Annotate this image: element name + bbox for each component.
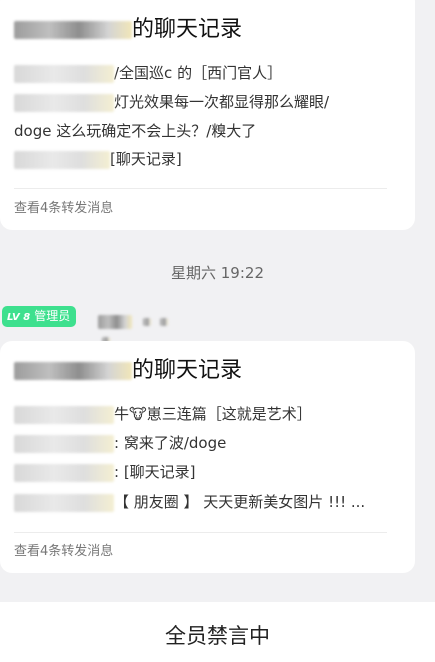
blurred-text <box>14 493 114 512</box>
input-bar: 全员禁言中 <box>0 602 435 662</box>
all-muted-status: 全员禁言中 <box>165 624 270 648</box>
preview-line: /全国巡c 的［西门官人］ <box>14 62 282 84</box>
preview-line: doge 这么玩确定不会上头？/糗大了 <box>14 120 256 142</box>
preview-text: [聊天记录] <box>110 150 182 168</box>
admin-level-badge: LV 8 管理员 <box>2 306 77 327</box>
role-label: 管理员 <box>34 309 71 323</box>
card-divider <box>14 188 387 189</box>
sender-name[interactable] <box>98 311 178 345</box>
blurred-sender <box>143 317 152 326</box>
preview-text: /全国巡c 的［西门官人］ <box>114 64 283 82</box>
preview-text: 灯光效果每一次都显得那么耀眼/ <box>114 93 330 111</box>
forwarded-chat-card-2[interactable]: 的聊天记录 牛🐮崽三连篇［这就是艺术］ : 窝来了波/doge : [聊天记录]… <box>0 341 415 573</box>
preview-text: doge 这么玩确定不会上头？/糗大了 <box>14 122 257 140</box>
level-label: LV 8 <box>7 312 31 323</box>
preview-line: 【 朋友圈 】 天天更新美女图片 !!! ... <box>14 491 365 513</box>
preview-line: 灯光效果每一次都显得那么耀眼/ <box>14 91 329 113</box>
chat-record-title-text: 的聊天记录 <box>132 17 243 42</box>
preview-text: : 窝来了波/doge <box>114 434 227 452</box>
blurred-text <box>14 405 114 424</box>
blurred-sender <box>98 314 132 329</box>
preview-line: : [聊天记录] <box>14 461 196 483</box>
blurred-sender-name <box>14 21 132 39</box>
chat-record-title-text: 的聊天记录 <box>132 358 243 383</box>
preview-text: 牛🐮崽三连篇［这就是艺术］ <box>114 405 312 423</box>
blurred-text <box>14 150 110 169</box>
preview-text: 【 朋友圈 】 天天更新美女图片 !!! ... <box>114 493 366 511</box>
preview-text: : [聊天记录] <box>114 463 196 481</box>
blurred-sender <box>160 317 169 326</box>
preview-line: 牛🐮崽三连篇［这就是艺术］ <box>14 403 312 425</box>
forwarded-chat-card-1[interactable]: 的聊天记录 /全国巡c 的［西门官人］ 灯光效果每一次都显得那么耀眼/ doge… <box>0 0 415 230</box>
preview-line: : 窝来了波/doge <box>14 432 226 454</box>
chat-record-title: 的聊天记录 <box>14 15 242 45</box>
preview-line: [聊天记录] <box>14 148 182 170</box>
message-timestamp: 星期六 19:22 <box>171 264 264 282</box>
blurred-text <box>14 93 114 112</box>
view-forwarded-link[interactable]: 查看4条转发消息 <box>14 543 113 561</box>
blurred-text <box>14 434 114 453</box>
blurred-text <box>14 463 114 482</box>
chat-record-title: 的聊天记录 <box>14 356 242 386</box>
view-forwarded-link[interactable]: 查看4条转发消息 <box>14 200 113 218</box>
card-divider <box>14 532 387 533</box>
blurred-sender-name <box>14 362 132 380</box>
blurred-text <box>14 64 114 83</box>
